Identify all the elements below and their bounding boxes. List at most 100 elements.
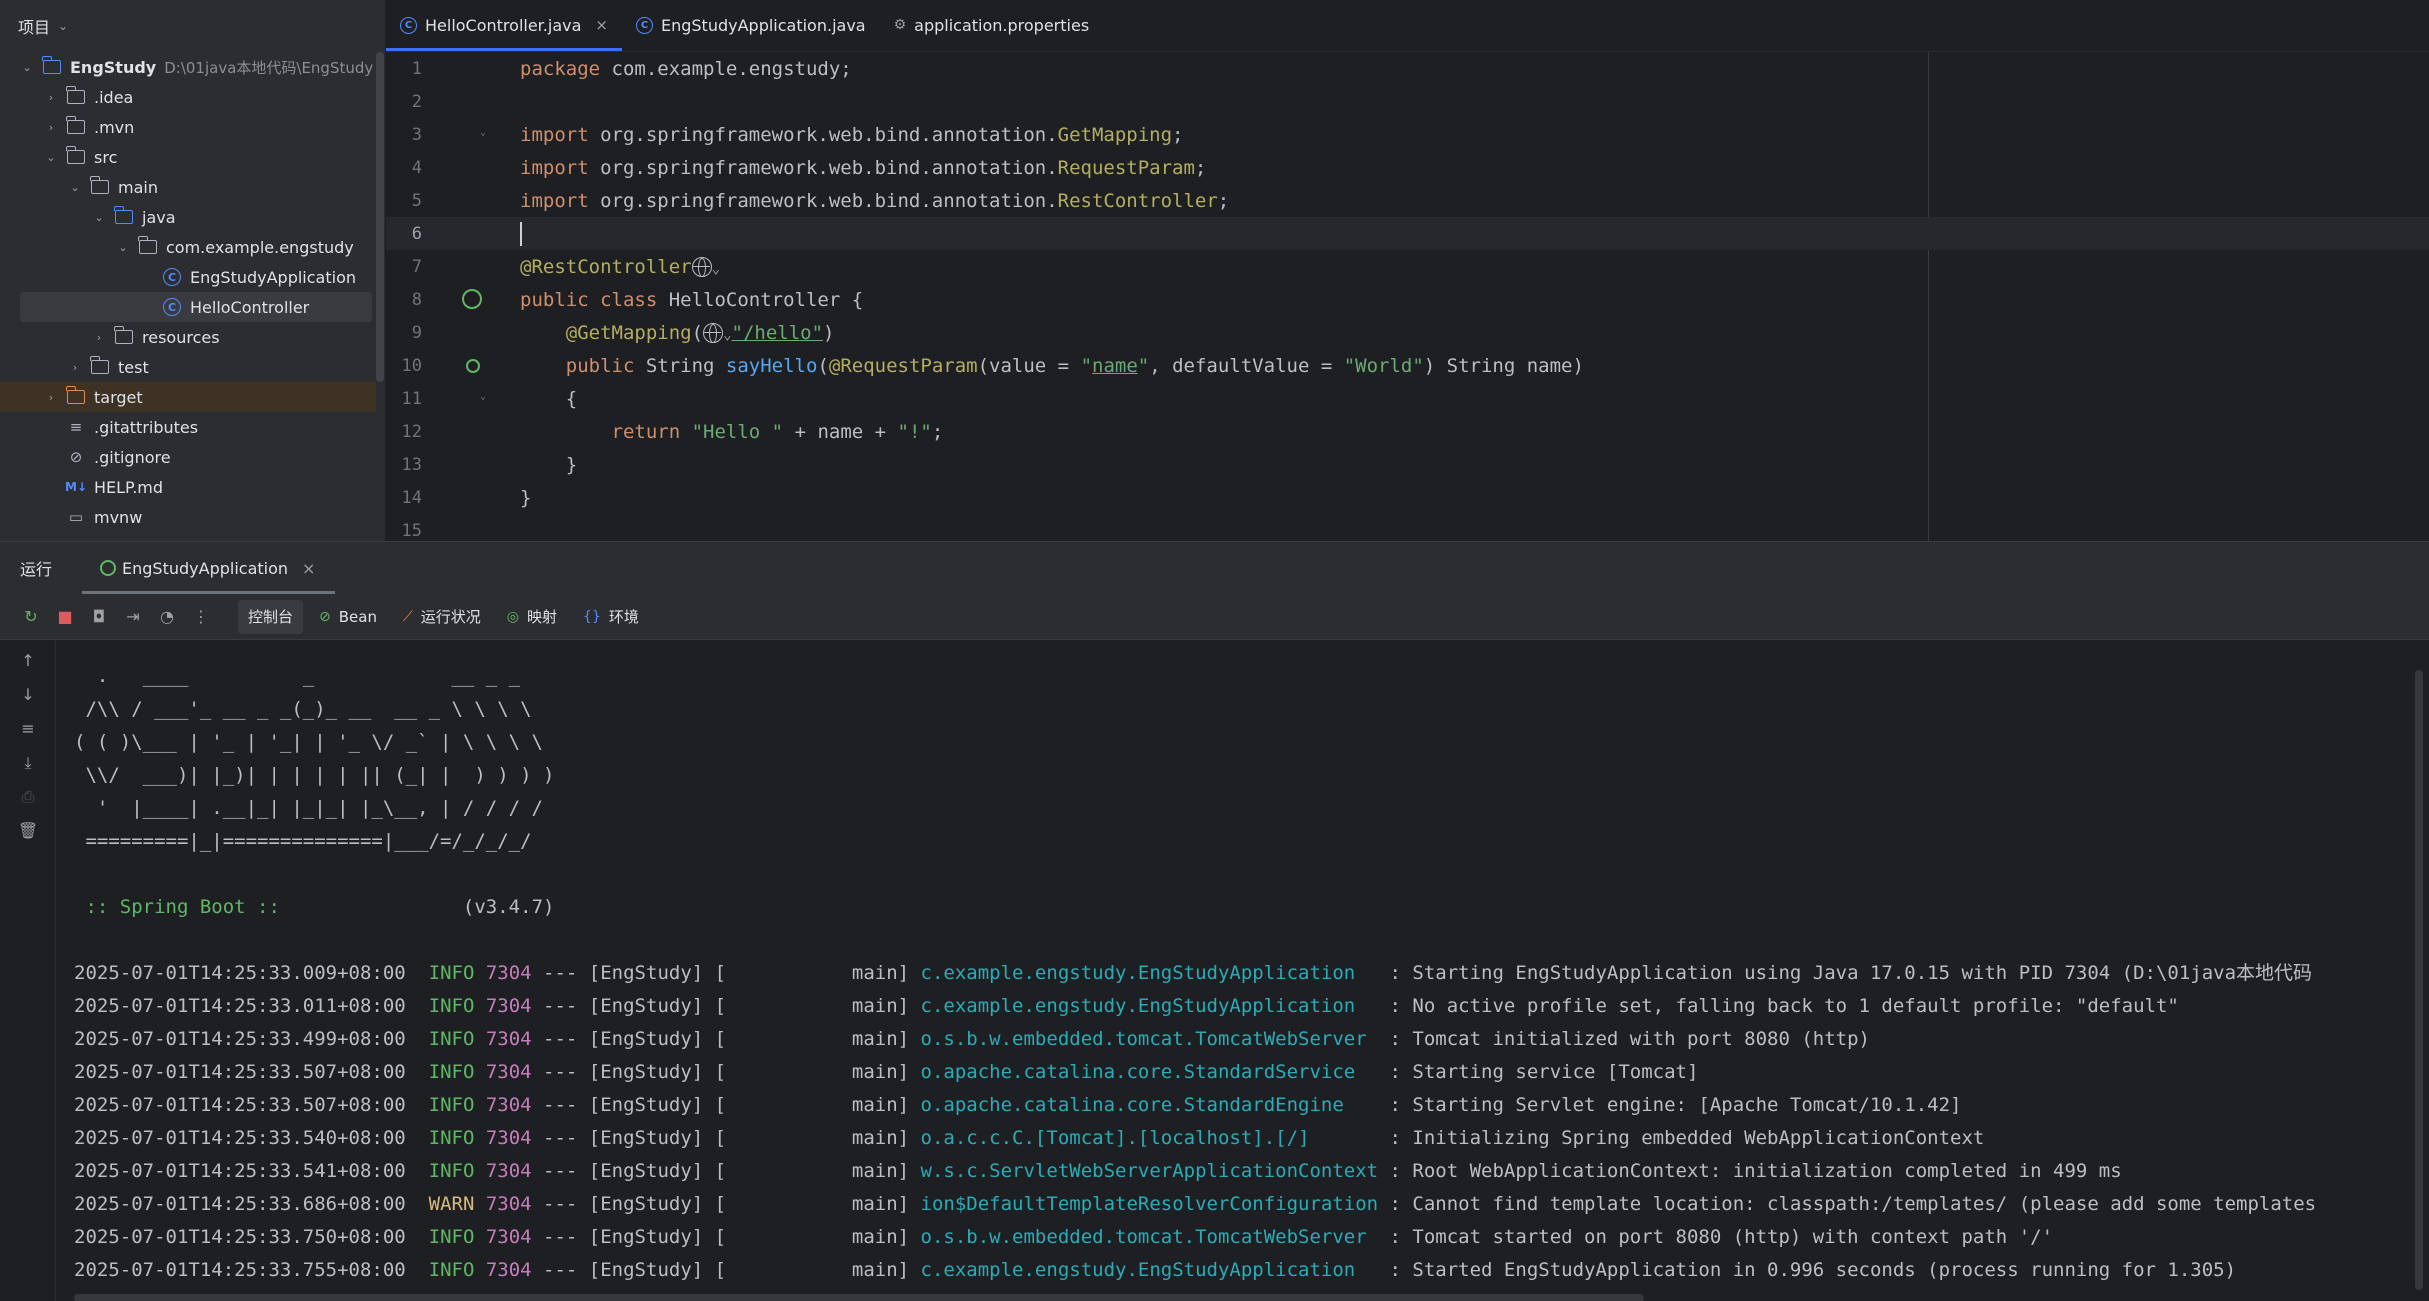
log-logger[interactable]: c.example.engstudy.EngStudyApplication (921, 995, 1390, 1017)
project-scrollbar[interactable] (376, 52, 384, 382)
console-log-line: 2025-07-01T14:25:33.750+08:00 INFO 7304 … (74, 1221, 2316, 1254)
print-icon[interactable]: ⎙ (0, 780, 56, 814)
log-logger[interactable]: o.s.b.w.embedded.tomcat.TomcatWebServer (921, 1028, 1390, 1050)
tree-item[interactable]: › target (0, 382, 376, 412)
more-vertical-icon[interactable]: ⋮ (184, 607, 218, 626)
run-view-tab[interactable]: ◎ 映射 (497, 600, 567, 634)
log-thread: --- [EngStudy] [ main] (531, 1061, 921, 1083)
code-line[interactable]: 1 package com.example.engstudy; (386, 52, 2429, 85)
close-icon[interactable]: × (302, 559, 315, 578)
code-line[interactable]: 8 public class HelloController { (386, 283, 2429, 316)
code-line[interactable]: 15 (386, 514, 2429, 541)
editor-tab[interactable]: C HelloController.java × (386, 0, 622, 51)
code-line-current[interactable]: 6 (386, 217, 2429, 250)
code-line[interactable]: 3 ⌄ import org.springframework.web.bind.a… (386, 118, 2429, 151)
code-line[interactable]: 4 import org.springframework.web.bind.an… (386, 151, 2429, 184)
log-logger[interactable]: ion$DefaultTemplateResolverConfiguration (921, 1193, 1390, 1215)
web-globe-icon[interactable] (691, 257, 712, 277)
tree-item[interactable]: ⊘ .gitignore (0, 442, 376, 472)
chevron-down-icon[interactable]: ⌄ (116, 241, 130, 254)
chevron-right-icon[interactable]: › (68, 361, 82, 374)
tree-item[interactable]: › .idea (0, 82, 376, 112)
tree-item[interactable]: C EngStudyApplication (0, 262, 376, 292)
tree-item[interactable]: C HelloController (20, 292, 372, 322)
tree-item[interactable]: ▭ mvnw (0, 502, 376, 532)
profiler-icon[interactable]: ◔ (150, 607, 184, 626)
editor-tab[interactable]: C EngStudyApplication.java (622, 0, 880, 51)
editor-tab-label: EngStudyApplication.java (660, 15, 866, 35)
code-line[interactable]: 5 import org.springframework.web.bind.an… (386, 184, 2429, 217)
console-vertical-scrollbar[interactable] (2415, 670, 2423, 1290)
tree-item[interactable]: ≡ .gitattributes (0, 412, 376, 442)
code-line[interactable]: 9 @GetMapping(⌄"/hello") (386, 316, 2429, 349)
close-icon[interactable]: × (595, 16, 608, 34)
code-token: ( (691, 321, 704, 344)
terminal-file-icon: ▭ (68, 508, 84, 526)
code-line[interactable]: 11 ⌄ { (386, 382, 2429, 415)
tree-item[interactable]: › .mvn (0, 112, 376, 142)
chevron-down-icon[interactable]: ⌄ (20, 61, 34, 74)
java-class-icon: C (163, 298, 181, 316)
code-line[interactable]: 10 public String sayHello(@RequestParam(… (386, 349, 2429, 382)
log-logger[interactable]: o.s.b.w.embedded.tomcat.TomcatWebServer (921, 1226, 1390, 1248)
run-view-tab[interactable]: {} 环境 (573, 600, 649, 634)
editor-tab[interactable]: ⚙ application.properties (880, 0, 1104, 51)
log-logger[interactable]: o.apache.catalina.core.StandardService (921, 1061, 1390, 1083)
console-horizontal-scrollbar[interactable] (74, 1294, 1644, 1301)
tree-item[interactable]: ⌄ main (0, 172, 376, 202)
code-token: ( (817, 354, 829, 377)
run-config-tab[interactable]: EngStudyApplication × (81, 542, 336, 594)
camera-icon[interactable]: ◘ (82, 607, 116, 626)
project-header[interactable]: 项目 ⌄ (0, 0, 385, 52)
rerun-icon[interactable]: ↻ (14, 607, 48, 626)
code-token: "World" (1343, 354, 1424, 377)
log-logger[interactable]: o.a.c.c.C.[Tomcat].[localhost].[/] (921, 1127, 1390, 1149)
fold-icon[interactable]: ⌄ (480, 127, 486, 138)
tree-item[interactable]: › test (0, 352, 376, 382)
run-view-tab[interactable]: ⟋ 运行状况 (393, 600, 491, 634)
chevron-down-icon[interactable]: ⌄ (712, 261, 720, 277)
log-logger[interactable]: c.example.engstudy.EngStudyApplication (921, 962, 1390, 984)
web-globe-icon[interactable] (703, 323, 724, 343)
stop-icon[interactable]: ■ (48, 607, 82, 626)
chevron-down-icon[interactable]: ⌄ (723, 327, 731, 343)
code-line[interactable]: 13 } (386, 448, 2429, 481)
tree-item[interactable]: ⌄ EngStudy D:\01java本地代码\EngStudy (0, 52, 376, 82)
endpoint-gutter-icon[interactable] (466, 359, 480, 373)
tree-item[interactable]: ⌄ src (0, 142, 376, 172)
chevron-right-icon[interactable]: › (44, 91, 58, 104)
chevron-down-icon[interactable]: ⌄ (68, 181, 82, 194)
chevron-right-icon[interactable]: › (44, 391, 58, 404)
trash-icon[interactable]: 🗑 (0, 814, 56, 848)
arrow-up-icon[interactable]: ↑ (0, 644, 56, 678)
fold-icon[interactable]: ⌄ (480, 391, 486, 402)
tree-item[interactable]: ⌄ java (0, 202, 376, 232)
log-logger[interactable]: w.s.c.ServletWebServerApplicationContext (921, 1160, 1390, 1182)
chevron-right-icon[interactable]: › (92, 331, 106, 344)
log-logger[interactable]: c.example.engstudy.EngStudyApplication (921, 1259, 1390, 1281)
exit-icon[interactable]: ⇥ (116, 607, 150, 626)
code-line[interactable]: 14 } (386, 481, 2429, 514)
run-view-tab-label: 运行状况 (420, 608, 481, 626)
run-view-tab[interactable]: ⊘ Bean (309, 600, 387, 634)
spring-bean-gutter-icon[interactable] (462, 289, 482, 309)
console-log-line: 2025-07-01T14:25:33.499+08:00 INFO 7304 … (74, 1023, 2316, 1056)
markdown-icon: M↓ (65, 480, 87, 494)
console-output[interactable]: . ____ _ __ _ _ /\\ / ___'_ __ _ _(_)_ _… (74, 660, 2316, 1287)
arrow-down-icon[interactable]: ↓ (0, 678, 56, 712)
scroll-to-end-icon[interactable]: ⤓ (0, 746, 56, 780)
console-spring-line: :: Spring Boot :: (v3.4.7) (74, 891, 2316, 924)
tree-item[interactable]: M↓ HELP.md (0, 472, 376, 502)
chevron-down-icon[interactable]: ⌄ (44, 151, 58, 164)
tree-item[interactable]: › resources (0, 322, 376, 352)
log-logger[interactable]: o.apache.catalina.core.StandardEngine (921, 1094, 1390, 1116)
code-line[interactable]: 12 return "Hello " + name + "!"; (386, 415, 2429, 448)
chevron-down-icon[interactable]: ⌄ (92, 211, 106, 224)
tree-item[interactable]: ⌄ com.example.engstudy (0, 232, 376, 262)
chevron-right-icon[interactable]: › (44, 121, 58, 134)
code-line[interactable]: 7 @RestController ⌄ (386, 250, 2429, 283)
run-view-tab[interactable]: 控制台 (238, 599, 304, 634)
text-file-icon: ≡ (69, 418, 83, 436)
soft-wrap-icon[interactable]: ≡ (0, 712, 56, 746)
code-line[interactable]: 2 (386, 85, 2429, 118)
